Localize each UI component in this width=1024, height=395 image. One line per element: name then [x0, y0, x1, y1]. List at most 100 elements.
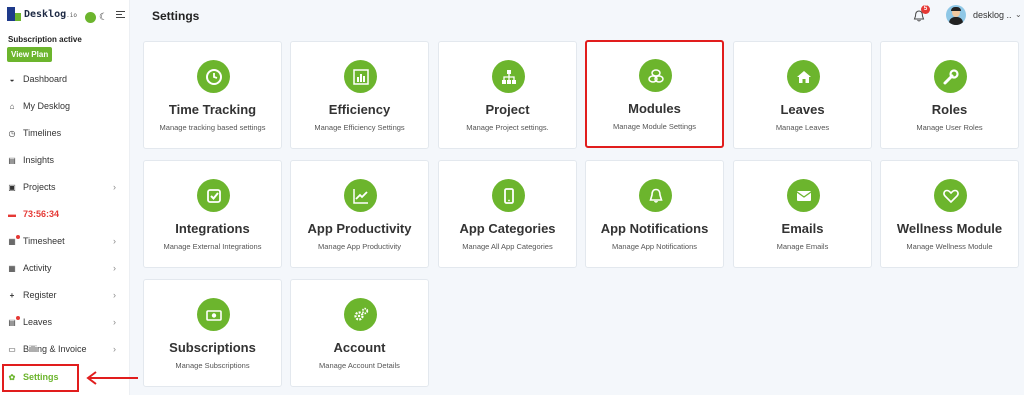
sidebar-item-leaves[interactable]: ▤ Leaves ›: [0, 313, 124, 331]
chevron-right-icon: ›: [113, 236, 116, 246]
card-title: Wellness Module: [896, 221, 1003, 236]
card-app-productivity[interactable]: App Productivity Manage App Productivity: [290, 160, 429, 268]
sidebar-item-billing-invoice[interactable]: ▭ Billing & Invoice ›: [0, 340, 124, 358]
sidebar-item-timesheet[interactable]: ▦ Timesheet ›: [0, 232, 124, 250]
moon-icon[interactable]: ☾: [99, 12, 108, 23]
card-emails[interactable]: Emails Manage Emails: [733, 160, 872, 268]
card-title: App Categories: [459, 221, 556, 236]
sidebar-item-label: Billing & Invoice: [23, 344, 87, 354]
heart-icon: [934, 179, 967, 212]
subscription-status: Subscription active: [8, 35, 82, 44]
timesheet-icon: ▦: [3, 234, 21, 246]
card-description: Manage App Notifications: [611, 242, 698, 251]
chevron-down-icon[interactable]: ⌄: [1015, 10, 1022, 19]
card-roles[interactable]: Roles Manage User Roles: [880, 41, 1019, 149]
card-description: Manage Account Details: [319, 361, 400, 370]
card-description: Manage External Integrations: [163, 242, 262, 251]
card-efficiency[interactable]: Efficiency Manage Efficiency Settings: [290, 41, 429, 149]
card-title: App Productivity: [307, 221, 412, 236]
card-modules[interactable]: Modules Manage Module Settings: [585, 40, 724, 148]
light-mode-icon[interactable]: [85, 12, 96, 23]
menu-collapse-icon[interactable]: [116, 11, 125, 20]
card-title: Subscriptions: [169, 340, 256, 355]
card-description: Manage Module Settings: [613, 122, 696, 131]
sidebar-item-label: Timesheet: [23, 236, 65, 246]
card-title: Roles: [931, 102, 968, 117]
card-title: Emails: [781, 221, 824, 236]
card-title: Account: [333, 340, 386, 355]
grid-icon: ▦: [8, 263, 16, 273]
timer-value: 73:56:34: [23, 209, 60, 219]
theme-toggle[interactable]: ☾: [85, 12, 108, 23]
view-plan-button[interactable]: View Plan: [7, 47, 53, 62]
card-title: App Notifications: [600, 221, 709, 236]
chevron-right-icon: ›: [113, 182, 116, 192]
bar-chart-icon: [344, 60, 377, 93]
clock-icon: [197, 60, 230, 93]
sidebar-item-label: My Desklog: [23, 101, 71, 111]
chevron-right-icon: ›: [113, 290, 116, 300]
folder-icon: ▣: [8, 182, 16, 192]
timer-icon: ▬: [8, 209, 16, 219]
card-title: Project: [485, 102, 530, 117]
card-project[interactable]: Project Manage Project settings.: [438, 41, 577, 149]
card-description: Manage User Roles: [916, 123, 983, 132]
logo-text: Desklog.io: [24, 8, 77, 20]
bell-icon: [639, 179, 672, 212]
notification-dot: [16, 234, 20, 239]
chevron-right-icon: ›: [113, 263, 116, 273]
sidebar-item-timelines[interactable]: ◷ Timelines: [0, 124, 124, 142]
sidebar-item-label: Leaves: [23, 317, 53, 327]
sidebar-item-timer[interactable]: ▬ 73:56:34: [0, 205, 124, 223]
card-leaves[interactable]: Leaves Manage Leaves: [733, 41, 872, 149]
card-title: Leaves: [780, 102, 825, 117]
money-icon: [197, 298, 230, 331]
card-description: Manage Emails: [776, 242, 829, 251]
card-title: Integrations: [175, 221, 250, 236]
card-description: Manage App Productivity: [318, 242, 401, 251]
notification-badge: 5: [921, 5, 930, 14]
sidebar: Desklog.io ☾ Subscription active View Pl…: [0, 0, 130, 395]
sidebar-item-my-desklog[interactable]: ⌂ My Desklog: [0, 97, 124, 115]
check-square-icon: [197, 179, 230, 212]
card-wellness-module[interactable]: Wellness Module Manage Wellness Module: [880, 160, 1019, 268]
user-name[interactable]: desklog ..: [973, 10, 1012, 20]
sidebar-item-dashboard[interactable]: ◒ Dashboard: [0, 70, 124, 88]
sidebar-item-label: Projects: [23, 182, 56, 192]
card-app-notifications[interactable]: App Notifications Manage App Notificatio…: [585, 160, 724, 268]
card-description: Manage tracking based settings: [159, 123, 266, 132]
wrench-icon: [934, 60, 967, 93]
card-integrations[interactable]: Integrations Manage External Integration…: [143, 160, 282, 268]
card-description: Manage Efficiency Settings: [314, 123, 405, 132]
dashboard-icon: ◒: [9, 74, 15, 84]
card-account[interactable]: Account Manage Account Details: [290, 279, 429, 387]
clock-icon: ◷: [8, 128, 16, 138]
card-description: Manage Subscriptions: [175, 361, 250, 370]
sidebar-item-label: Insights: [23, 155, 55, 165]
card-app-categories[interactable]: App Categories Manage All App Categories: [438, 160, 577, 268]
sidebar-item-projects[interactable]: ▣ Projects ›: [0, 178, 124, 196]
logo[interactable]: Desklog.io: [7, 7, 77, 21]
sidebar-item-label: Register: [23, 290, 57, 300]
card-description: Manage Wellness Module: [906, 242, 993, 251]
card-time-tracking[interactable]: Time Tracking Manage tracking based sett…: [143, 41, 282, 149]
avatar[interactable]: [946, 5, 966, 25]
trend-chart-icon: [344, 179, 377, 212]
sitemap-icon: [492, 60, 525, 93]
invoice-icon: ▭: [8, 344, 16, 354]
sidebar-item-label: Activity: [23, 263, 52, 273]
sidebar-item-label: Dashboard: [23, 74, 68, 84]
annotation-arrow-icon: [86, 371, 138, 385]
logo-mark-icon: [7, 7, 21, 21]
card-title: Efficiency: [328, 102, 391, 117]
card-subscriptions[interactable]: Subscriptions Manage Subscriptions: [143, 279, 282, 387]
home-icon: ⌂: [9, 101, 15, 111]
cogs-icon: [344, 298, 377, 331]
plus-icon: +: [9, 290, 15, 300]
sidebar-item-register[interactable]: + Register ›: [0, 286, 124, 304]
sidebar-item-insights[interactable]: ▤ Insights: [0, 151, 124, 169]
sidebar-item-activity[interactable]: ▦ Activity ›: [0, 259, 124, 277]
card-description: Manage All App Categories: [462, 242, 553, 251]
mobile-icon: [492, 179, 525, 212]
card-description: Manage Leaves: [775, 123, 830, 132]
